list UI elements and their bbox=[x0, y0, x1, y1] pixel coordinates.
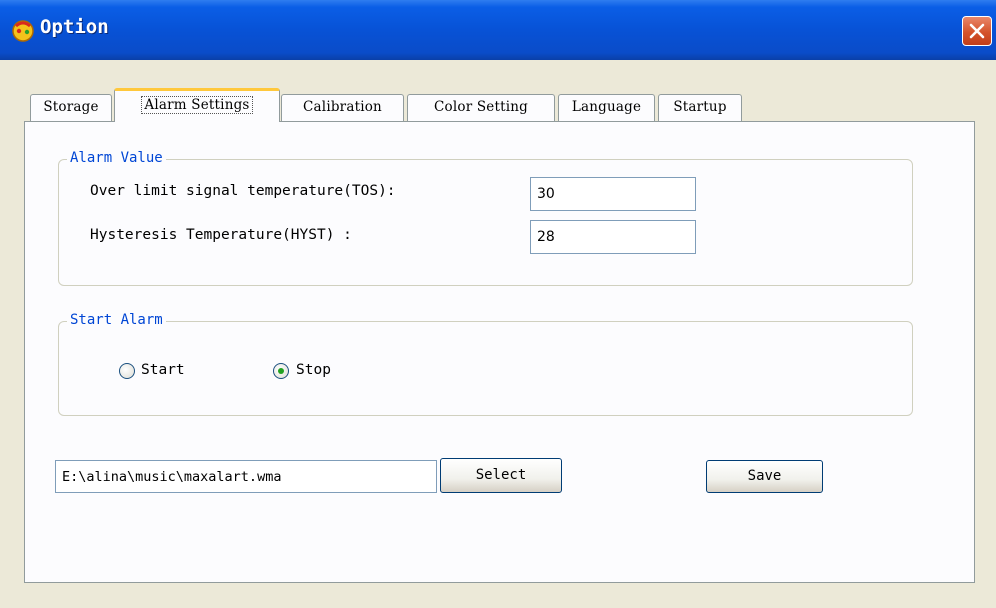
save-button[interactable]: Save bbox=[706, 460, 823, 493]
tos-label: Over limit signal temperature(TOS): bbox=[90, 183, 396, 199]
start-radio-label[interactable]: Start bbox=[141, 362, 185, 378]
hyst-label: Hysteresis Temperature(HYST) : bbox=[90, 227, 352, 243]
close-button[interactable] bbox=[962, 16, 992, 46]
radio-selected-dot bbox=[278, 368, 284, 374]
tab-label: Storage bbox=[43, 99, 99, 115]
alarm-settings-panel: Alarm Value Over limit signal temperatur… bbox=[24, 121, 975, 583]
tab-calibration[interactable]: Calibration bbox=[281, 94, 404, 121]
tab-label: Calibration bbox=[303, 99, 382, 115]
select-file-button[interactable]: Select bbox=[440, 458, 562, 493]
start-radio[interactable] bbox=[119, 363, 135, 379]
tab-label: Language bbox=[571, 99, 642, 115]
window-title: Option bbox=[40, 16, 109, 38]
alarm-value-group: Alarm Value Over limit signal temperatur… bbox=[58, 150, 913, 286]
group-title: Alarm Value bbox=[67, 150, 166, 166]
tab-label: Color Setting bbox=[434, 99, 528, 115]
tos-input[interactable]: 30 bbox=[530, 177, 696, 211]
start-alarm-group: Start Alarm Start Stop bbox=[58, 312, 913, 416]
hyst-input[interactable]: 28 bbox=[530, 220, 696, 254]
app-logo-icon bbox=[10, 18, 36, 42]
tab-storage[interactable]: Storage bbox=[30, 94, 112, 121]
tab-startup[interactable]: Startup bbox=[658, 94, 742, 121]
stop-radio-label[interactable]: Stop bbox=[296, 362, 331, 378]
tab-label: Startup bbox=[673, 99, 727, 115]
tab-label: Alarm Settings bbox=[141, 96, 253, 114]
title-bar: Option bbox=[0, 0, 996, 60]
sound-file-input[interactable]: E:\alina\music\maxalart.wma bbox=[55, 460, 437, 493]
stop-radio[interactable] bbox=[273, 363, 289, 379]
tab-language[interactable]: Language bbox=[558, 94, 655, 121]
tab-alarm-settings[interactable]: Alarm Settings bbox=[114, 88, 280, 122]
tab-color-setting[interactable]: Color Setting bbox=[407, 94, 555, 121]
group-title: Start Alarm bbox=[67, 312, 166, 328]
close-icon bbox=[969, 23, 985, 39]
